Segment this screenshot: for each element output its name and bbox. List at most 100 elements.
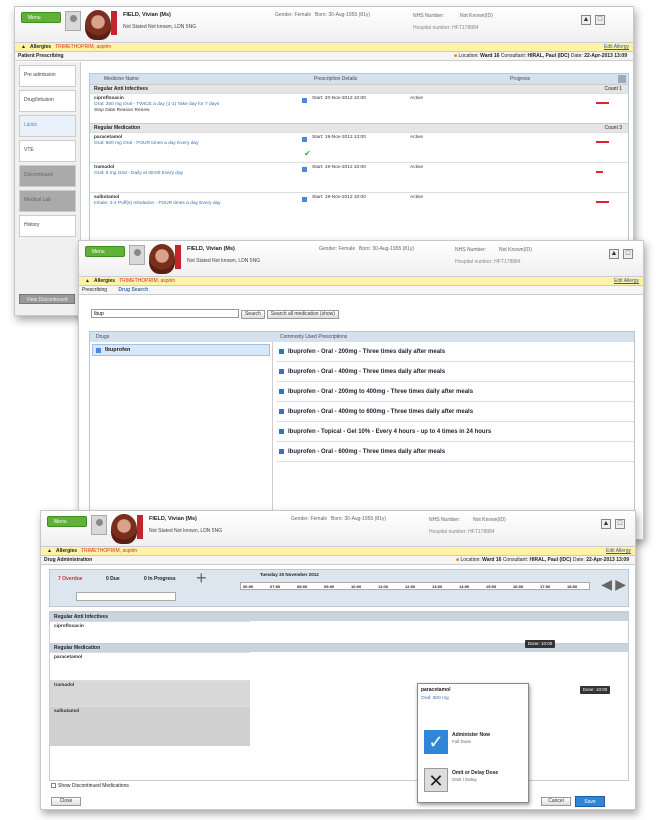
prescription-list: Ibuprofen - Oral - 200mg - Three times d… xyxy=(276,342,634,462)
search-all-button[interactable]: Search all medication (show) xyxy=(266,309,339,319)
info-icon[interactable] xyxy=(302,137,307,142)
checkbox[interactable] xyxy=(51,783,56,789)
hospital-number: Hospital number: HFT178884 xyxy=(455,259,521,265)
menu-button[interactable]: Menu xyxy=(21,12,61,23)
edit-allergy-link[interactable]: Edit Allergy xyxy=(614,277,639,286)
ward: Ward 16 xyxy=(482,557,502,563)
table-row[interactable]: paracetamol Oral: 500 mg Oral - FOUR tim… xyxy=(90,132,628,162)
close-icon[interactable]: ✕ xyxy=(424,768,448,792)
patient-address: Not Stated Not known, LDN 5NG xyxy=(123,24,197,30)
allergy-label: Allergies xyxy=(29,44,52,50)
alert-flag xyxy=(137,515,143,539)
drug-item[interactable]: Ibuprofen xyxy=(92,344,270,356)
start-date: Start: 19-Nov-2012 13:00 xyxy=(312,135,366,140)
patient-name: FIELD, Vivian (Ms) xyxy=(149,516,197,522)
window-icon[interactable]: □ xyxy=(615,519,625,529)
hour-label: 15:00 xyxy=(486,584,497,589)
save-button[interactable]: Save xyxy=(575,796,605,807)
drug-icon xyxy=(96,348,101,353)
consultant: HIRAL, Paul (IDC) xyxy=(527,53,570,59)
administer-now[interactable]: Administer Now xyxy=(452,732,490,738)
info-icon[interactable] xyxy=(302,197,307,202)
prescription-option[interactable]: Ibuprofen - Topical - Gel 10% - Every 4 … xyxy=(276,422,634,442)
cancel-button[interactable]: Cancel xyxy=(541,797,571,806)
prescription-option[interactable]: Ibuprofen - Oral - 600mg - Three times d… xyxy=(276,442,634,462)
crosshair-icon[interactable]: + xyxy=(196,568,207,589)
filter-overdue[interactable]: 7 Overdue xyxy=(58,576,82,582)
table-row[interactable]: salbutamol Inhale: 2-4 Puff(s) Inhalatio… xyxy=(90,192,628,222)
drug-name: ciprofloxacin xyxy=(54,624,84,629)
group-label: Regular Anti Infectives xyxy=(94,86,148,92)
table-row[interactable]: ciprofloxacin Oral: 250 mg Oral - TWICE … xyxy=(90,93,628,123)
edit-allergy-link[interactable]: Edit Allergy xyxy=(604,43,629,52)
hour-label: 10:00 xyxy=(351,584,362,589)
table-row[interactable]: tramadol xyxy=(50,680,250,706)
location-icon: ■ xyxy=(456,557,460,563)
drugs-header: Drugs Commonly Used Prescriptions xyxy=(90,332,634,342)
info-icon[interactable] xyxy=(302,98,307,103)
print-icon[interactable]: ▲ xyxy=(581,15,591,25)
filter-due[interactable]: 0 Due xyxy=(106,576,120,582)
drug-dose: Oral: 5 mg Oral - Daily at 08:00 Every d… xyxy=(94,171,184,176)
sidebar-item-history[interactable]: History xyxy=(19,215,76,237)
sort-select[interactable] xyxy=(76,592,176,601)
table-row[interactable]: tramadol Oral: 5 mg Oral - Daily at 08:0… xyxy=(90,162,628,192)
sidebar-item-drug-infusion[interactable]: Drug/Infusion xyxy=(19,90,76,112)
allergy-bar: ▲ Allergies TRIMETHOPRIM, aspirin Edit All… xyxy=(15,43,633,52)
sidebar-item-vte[interactable]: VTE xyxy=(19,140,76,162)
prescription-option[interactable]: Ibuprofen - Oral - 400mg to 600mg - Thre… xyxy=(276,402,634,422)
prescription-option[interactable]: Ibuprofen - Oral - 200mg to 400mg - Thre… xyxy=(276,382,634,402)
info-icon[interactable] xyxy=(302,167,307,172)
nhs-label: NHS Number: xyxy=(429,517,461,523)
tab-bar: Prescribing Drug Search xyxy=(79,286,643,295)
hour-label: 14:00 xyxy=(459,584,470,589)
tab-prescribing[interactable]: Prescribing xyxy=(82,287,107,293)
group-anti-infectives[interactable]: Regular Anti Infectives Count 1 xyxy=(90,84,628,93)
prescription-option[interactable]: Ibuprofen - Oral - 400mg - Three times d… xyxy=(276,362,634,382)
date-label: Date: xyxy=(570,53,583,59)
patient-born: Born: 30-Aug-1955 (81y) xyxy=(331,516,387,522)
popup-dose: Oral: 500 mg xyxy=(421,696,449,701)
status: Active xyxy=(410,195,424,200)
table-row[interactable]: salbutamol xyxy=(50,706,250,746)
patient-banner: Menu FIELD, Vivian (Ms) Not Stated Not k… xyxy=(79,241,643,277)
close-button[interactable]: Close xyxy=(51,797,81,806)
window-icon[interactable]: □ xyxy=(623,249,633,259)
timeline-hours: 06:00 07:00 08:00 09:00 10:00 11:00 12:00 13:00… xyxy=(240,582,590,590)
done-label: Done: 10:00 xyxy=(525,640,555,648)
menu-button[interactable]: Menu xyxy=(47,516,87,527)
group-regular-medication[interactable]: Regular Medication Count 3 xyxy=(90,123,628,132)
table-row[interactable]: ciprofloxacin xyxy=(50,621,250,643)
sidebar-item-lipids[interactable]: Lipids xyxy=(19,115,76,137)
check-icon[interactable]: ✓ xyxy=(424,730,448,754)
view-discontinued-button[interactable]: View Discontinued xyxy=(19,294,75,304)
filter-in-progress[interactable]: 0 In Progress xyxy=(144,576,176,582)
location-label: Location: xyxy=(460,557,481,563)
print-icon[interactable]: ▲ xyxy=(601,519,611,529)
allergy-value: TRIMETHOPRIM, aspirin xyxy=(119,278,176,284)
window-icon[interactable]: □ xyxy=(595,15,605,25)
search-input[interactable] xyxy=(91,309,239,318)
table-header: Medicine Name Prescription Details Progr… xyxy=(90,74,628,84)
tab-drug-search[interactable]: Drug Search xyxy=(118,287,148,293)
omit-delay[interactable]: Omit or Delay Dose xyxy=(452,770,498,776)
progress-indicator xyxy=(596,198,618,205)
prev-icon[interactable]: ◀ xyxy=(601,576,612,593)
sidebar-item-discontinued[interactable]: Discontinued xyxy=(19,165,76,187)
next-icon[interactable]: ▶ xyxy=(615,576,626,593)
print-icon[interactable]: ▲ xyxy=(609,249,619,259)
columns-icon[interactable] xyxy=(618,75,626,83)
table-row[interactable]: paracetamol xyxy=(50,652,250,680)
group-anti-infectives[interactable]: Regular Anti Infectives xyxy=(50,612,628,621)
menu-button[interactable]: Menu xyxy=(85,246,125,257)
sidebar-item-medical-lab[interactable]: Medical Lab xyxy=(19,190,76,212)
sidebar-item-pre-admission[interactable]: Pre admission xyxy=(19,65,76,87)
search-button[interactable]: Search xyxy=(240,309,265,319)
patient-photo xyxy=(85,10,111,40)
show-discontinued[interactable]: Show Discontinued Medications xyxy=(51,783,129,789)
nhs-label: NHS Number: xyxy=(413,13,445,19)
patient-name: FIELD, Vivian (Ms) xyxy=(123,12,171,18)
prescription-option[interactable]: Ibuprofen - Oral - 200mg - Three times d… xyxy=(276,342,634,362)
patient-born: Born: 30-Aug-1955 (81y) xyxy=(359,246,415,252)
edit-allergy-link[interactable]: Edit Allergy xyxy=(606,547,631,556)
